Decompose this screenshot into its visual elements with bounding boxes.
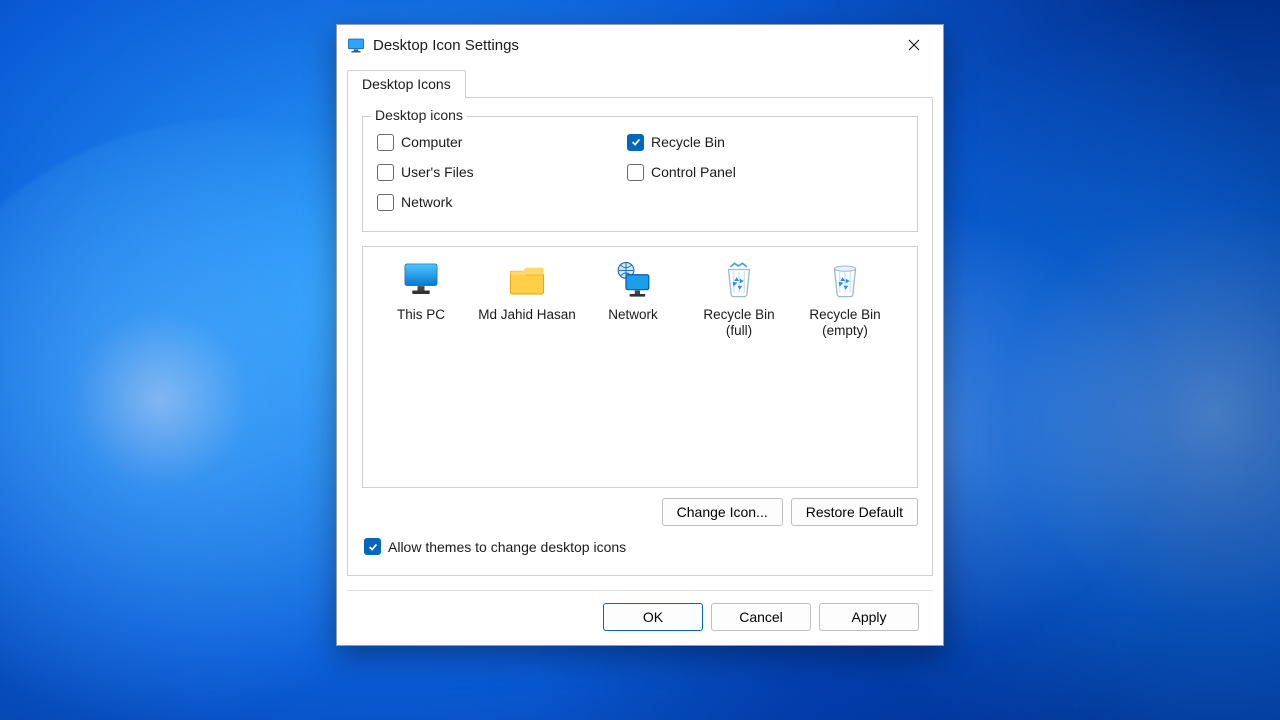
allow-themes-row[interactable]: Allow themes to change desktop icons (364, 538, 916, 555)
checkbox-computer-label: Computer (401, 134, 462, 150)
checkbox-control-panel-label: Control Panel (651, 164, 736, 180)
checkbox-network-row[interactable]: Network (377, 189, 627, 215)
preview-label: Recycle Bin (full) (689, 307, 789, 339)
checkbox-network[interactable] (377, 194, 394, 211)
checkbox-control-panel[interactable] (627, 164, 644, 181)
this-pc-icon (400, 259, 442, 301)
preview-item-user-folder[interactable]: Md Jahid Hasan (477, 259, 577, 339)
desktop-icons-group: Desktop icons Computer Rec (362, 116, 918, 232)
preview-item-network[interactable]: Network (583, 259, 683, 339)
tab-bar: Desktop Icons (347, 67, 933, 97)
checkbox-users-files-row[interactable]: User's Files (377, 159, 627, 185)
icon-action-row: Change Icon... Restore Default (362, 498, 918, 526)
apply-button[interactable]: Apply (819, 603, 919, 631)
dialog-client-area: Desktop Icons Desktop icons Computer (337, 65, 943, 645)
preview-label: Md Jahid Hasan (478, 307, 576, 323)
preview-item-recycle-bin-full[interactable]: Recycle Bin (full) (689, 259, 789, 339)
tab-panel: Desktop icons Computer Rec (347, 97, 933, 576)
cancel-button[interactable]: Cancel (711, 603, 811, 631)
checkbox-recycle-bin-label: Recycle Bin (651, 134, 725, 150)
dialog-title: Desktop Icon Settings (373, 37, 891, 54)
close-button[interactable] (891, 29, 937, 61)
checkbox-users-files[interactable] (377, 164, 394, 181)
ok-button[interactable]: OK (603, 603, 703, 631)
checkbox-recycle-bin[interactable] (627, 134, 644, 151)
preview-item-this-pc[interactable]: This PC (371, 259, 471, 339)
checkbox-control-panel-row[interactable]: Control Panel (627, 159, 877, 185)
titlebar: Desktop Icon Settings (337, 25, 943, 65)
preview-label: This PC (397, 307, 445, 323)
restore-default-button[interactable]: Restore Default (791, 498, 918, 526)
tab-desktop-icons[interactable]: Desktop Icons (347, 70, 466, 98)
dialog-title-icon (347, 36, 365, 54)
checkbox-users-files-label: User's Files (401, 164, 474, 180)
folder-icon (506, 259, 548, 301)
checkbox-recycle-bin-row[interactable]: Recycle Bin (627, 129, 877, 155)
recycle-bin-empty-icon (824, 259, 866, 301)
checkbox-computer-row[interactable]: Computer (377, 129, 627, 155)
desktop-icon-settings-dialog: Desktop Icon Settings Desktop Icons Desk… (336, 24, 944, 646)
group-label: Desktop icons (371, 107, 467, 123)
dialog-footer: OK Cancel Apply (347, 590, 933, 645)
checkbox-network-label: Network (401, 194, 452, 210)
allow-themes-label: Allow themes to change desktop icons (388, 539, 626, 555)
preview-label: Network (608, 307, 658, 323)
change-icon-button[interactable]: Change Icon... (662, 498, 783, 526)
desktop-background: Desktop Icon Settings Desktop Icons Desk… (0, 0, 1280, 720)
checkbox-computer[interactable] (377, 134, 394, 151)
preview-label: Recycle Bin (empty) (795, 307, 895, 339)
recycle-bin-full-icon (718, 259, 760, 301)
network-icon (612, 259, 654, 301)
icon-preview-list: This PC Md Jahid Hasan (362, 246, 918, 488)
checkbox-allow-themes[interactable] (364, 538, 381, 555)
preview-item-recycle-bin-empty[interactable]: Recycle Bin (empty) (795, 259, 895, 339)
